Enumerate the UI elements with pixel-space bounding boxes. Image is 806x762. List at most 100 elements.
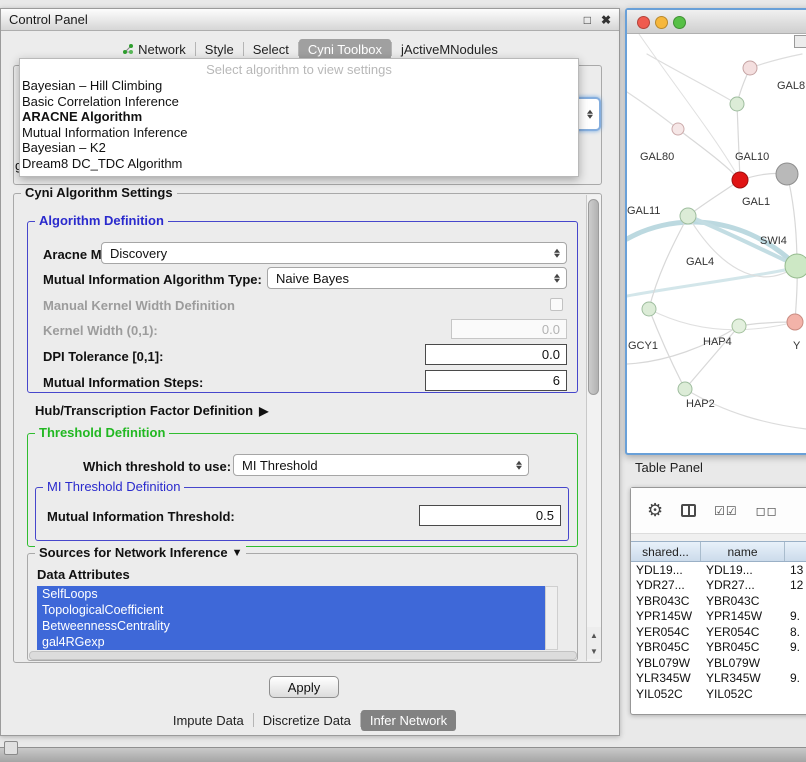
hub-definition-toggle[interactable]: Hub/Transcription Factor Definition ▶ [35,403,268,418]
mi-threshold-field[interactable]: 0.5 [419,505,561,526]
network-node[interactable] [680,208,696,224]
network-view-window: GAL8GAL80GAL10GAL11GAL1SWI4GAL4GCY1HAP4Y… [625,8,806,455]
table-cell: YDR27... [631,578,701,592]
tab-impute-data[interactable]: Impute Data [164,710,253,731]
mi-type-select[interactable]: Naive Bayes [267,267,567,289]
network-node[interactable] [776,163,798,185]
manual-kernel-label: Manual Kernel Width Definition [43,298,235,313]
network-node[interactable] [732,319,746,333]
table-cell: YPR145W [631,609,701,623]
network-node[interactable] [732,172,748,188]
close-traffic-icon[interactable] [637,16,650,29]
aracne-mode-select[interactable]: Discovery [101,242,567,264]
close-icon[interactable]: ✖ [601,13,611,27]
network-node-label: GAL4 [686,256,714,268]
corner-widget-icon[interactable] [4,741,18,755]
network-node[interactable] [787,314,803,330]
table-cell: YIL052C [701,687,785,701]
apply-button[interactable]: Apply [269,676,339,698]
manual-kernel-checkbox[interactable] [550,298,563,311]
dropdown-item[interactable]: Bayesian – K2 [20,140,578,156]
attribute-list-hscrollbar[interactable] [29,651,577,660]
network-node[interactable] [743,61,757,75]
table-row[interactable]: YBR043CYBR043C [631,593,806,609]
control-panel-window: Control Panel □ ✖ Network Style Select C… [0,8,620,736]
bottom-tabs: Impute Data Discretize Data Infer Networ… [1,708,619,732]
tab-network[interactable]: Network [113,39,195,60]
data-attributes-label: Data Attributes [37,567,130,582]
table-panel-title: Table Panel [635,460,703,475]
settings-scrollbar-thumb[interactable] [588,199,599,395]
attribute-list-item[interactable]: SelfLoops [37,586,545,602]
tab-cyni-toolbox[interactable]: Cyni Toolbox [299,39,391,60]
network-node[interactable] [785,254,806,278]
kernel-width-field[interactable]: 0.0 [451,319,567,339]
table-row[interactable]: YLR345WYLR345W9. [631,671,806,687]
table-cell: YBR045C [631,640,701,654]
table-cell: YER054C [701,625,785,639]
scroll-down-icon[interactable]: ▼ [586,643,601,659]
tab-jactivemnodules[interactable]: jActiveMNodules [392,39,507,60]
columns-icon[interactable] [681,504,696,517]
table-cell: YDL19... [701,563,785,577]
table-cell: YDR27... [701,578,785,592]
table-row[interactable]: YBR045CYBR045C9. [631,640,806,656]
table-row[interactable]: YER054CYER054C8. [631,624,806,640]
attribute-list-vscrollbar[interactable] [545,586,558,650]
table-cell: YLR345W [631,671,701,685]
tab-infer-network[interactable]: Infer Network [361,710,456,731]
which-threshold-select[interactable]: MI Threshold [233,454,529,476]
table-row[interactable]: YDR27...YDR27...12 [631,578,806,594]
network-node[interactable] [678,382,692,396]
network-node[interactable] [730,97,744,111]
zoom-traffic-icon[interactable] [673,16,686,29]
tab-label: Network [138,42,186,57]
table-cell: 13 [785,563,806,577]
table-row[interactable]: YBL079WYBL079W [631,655,806,671]
minimize-traffic-icon[interactable] [655,16,668,29]
network-svg[interactable]: GAL8GAL80GAL10GAL11GAL1SWI4GAL4GCY1HAP4Y… [627,34,806,453]
table-row[interactable]: YDL19...YDL19...13 [631,562,806,578]
network-node-label: HAP2 [686,398,715,410]
attribute-list-item[interactable]: TopologicalCoefficient [37,602,545,618]
dropdown-item[interactable]: Mutual Information Inference [20,125,578,141]
network-tab-icon [122,43,134,55]
table-row[interactable]: YIL052CYIL052C [631,686,806,702]
column-header-name[interactable]: name [701,542,785,561]
combo-arrows-icon [554,272,560,285]
threshold-definition-title: Threshold Definition [35,425,169,440]
network-edge [688,180,740,216]
network-corner-widget-icon[interactable] [794,35,806,48]
attribute-list-item[interactable]: gal4RGexp [37,634,545,650]
tab-discretize-data[interactable]: Discretize Data [254,710,360,731]
network-node-label: GAL10 [735,151,769,163]
dropdown-item[interactable]: Basic Correlation Inference [20,94,578,110]
attribute-list-item[interactable]: BetweennessCentrality [37,618,545,634]
mi-steps-field[interactable]: 6 [425,370,567,391]
network-node[interactable] [672,123,684,135]
sources-group-title[interactable]: Sources for Network Inference ▼ [35,545,246,560]
network-node[interactable] [642,302,656,316]
column-header-clipped[interactable] [785,542,806,561]
table-panel-window: ⚙ ☑☑ ◻◻ shared... name YDL19...YDL19...1… [630,487,806,715]
gear-icon[interactable]: ⚙ [647,500,663,521]
network-window-titlebar[interactable] [627,10,806,34]
deselect-all-icon[interactable]: ◻◻ [756,504,778,518]
table-cell: YPR145W [701,609,785,623]
dpi-tolerance-label: DPI Tolerance [0,1]: [43,349,163,364]
algorithm-definition-title: Algorithm Definition [35,213,168,228]
tab-select[interactable]: Select [244,39,298,60]
control-panel-titlebar[interactable]: Control Panel □ ✖ [1,9,619,31]
table-cell: 8. [785,625,806,639]
table-row[interactable]: YPR145WYPR145W9. [631,609,806,625]
column-header-shared[interactable]: shared... [631,542,701,561]
dropdown-item-selected[interactable]: ARACNE Algorithm [20,109,578,125]
scroll-up-icon[interactable]: ▲ [586,627,601,643]
tab-style[interactable]: Style [196,39,243,60]
table-cell: YER054C [631,625,701,639]
dpi-tolerance-field[interactable]: 0.0 [425,344,567,365]
dropdown-item[interactable]: Dream8 DC_TDC Algorithm [20,156,578,172]
select-all-checks-icon[interactable]: ☑☑ [714,504,738,518]
minimize-icon[interactable]: □ [584,13,591,27]
dropdown-item[interactable]: Bayesian – Hill Climbing [20,78,578,94]
